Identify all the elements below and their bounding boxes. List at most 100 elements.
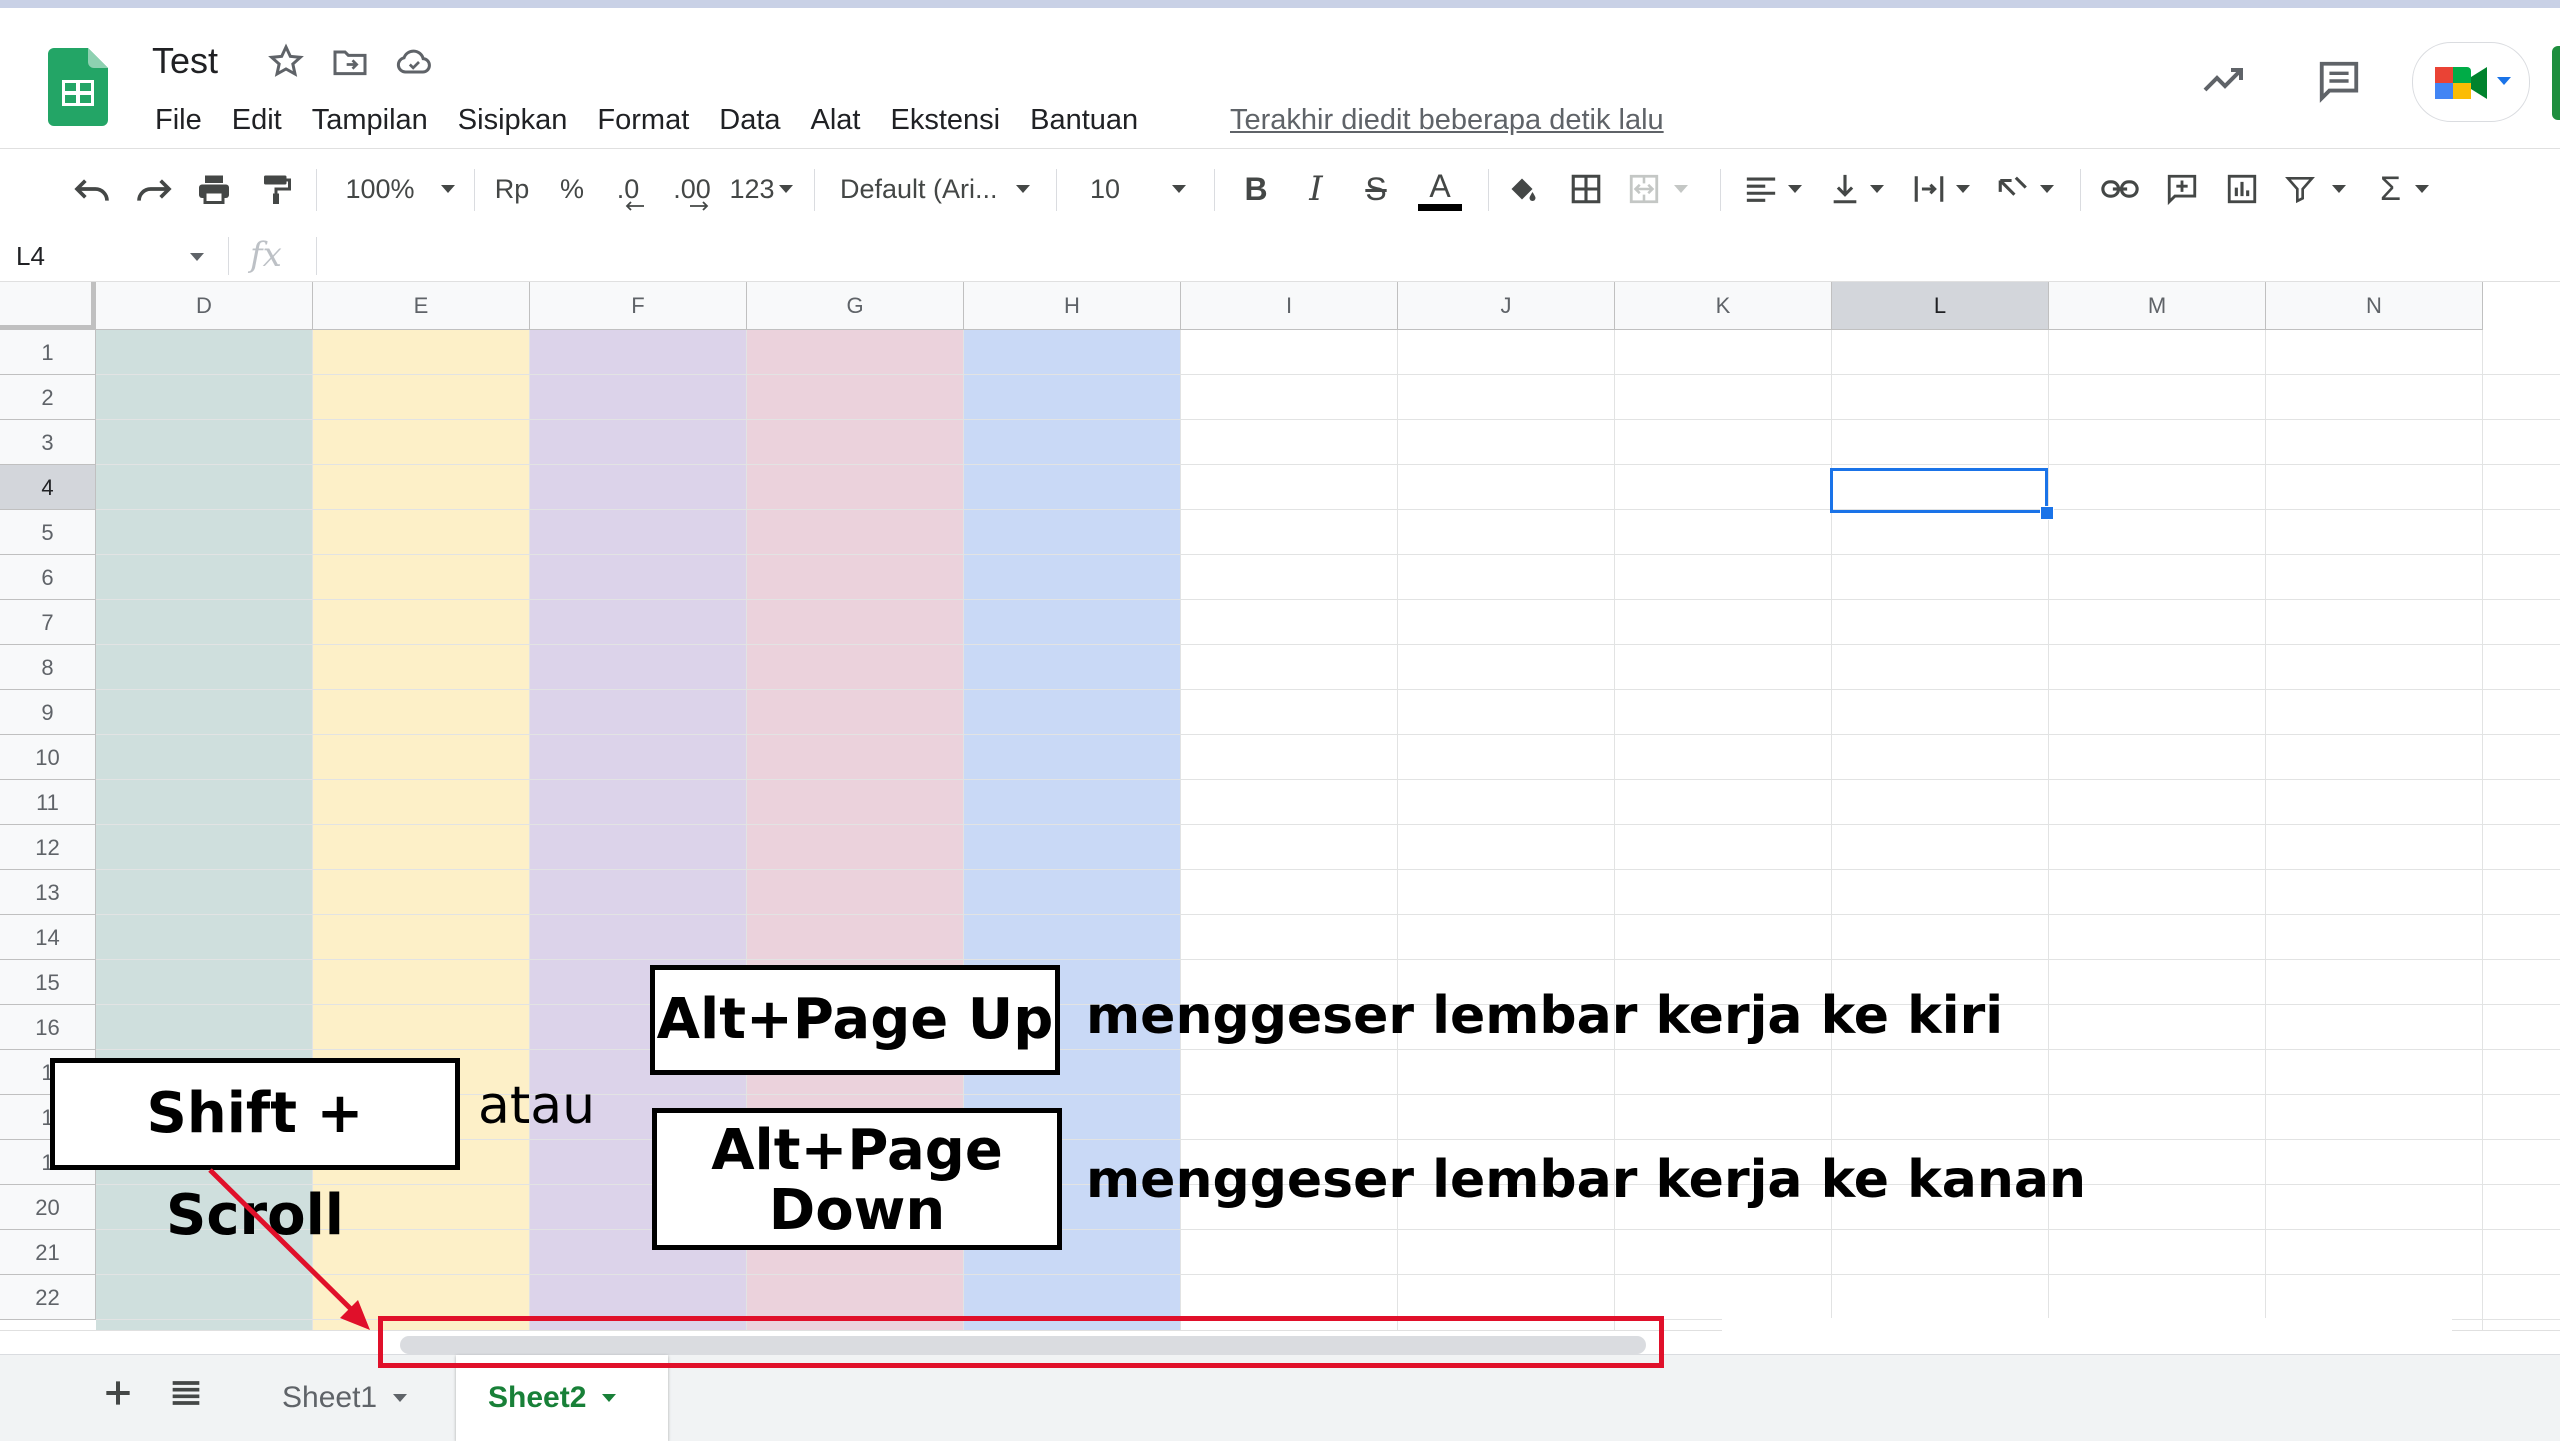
chevron-down-icon (440, 185, 455, 193)
paint-format-icon[interactable] (254, 165, 298, 213)
meet-button[interactable] (2412, 42, 2530, 122)
row-header[interactable]: 4 (0, 465, 96, 510)
annotation-line: Down (768, 1178, 946, 1243)
increase-decimal-button[interactable]: .00 (664, 165, 720, 213)
row-header[interactable]: 12 (0, 825, 96, 870)
font-family-select[interactable]: Default (Ari... (840, 165, 1050, 213)
add-sheet-icon[interactable] (98, 1373, 138, 1413)
select-all-corner[interactable] (0, 282, 96, 330)
row-header[interactable]: 1 (0, 330, 96, 375)
menu-extensions[interactable]: Ekstensi (876, 100, 1016, 140)
row-header[interactable]: 21 (0, 1230, 96, 1275)
column-header-f[interactable]: F (530, 282, 747, 330)
row-header[interactable]: 5 (0, 510, 96, 555)
row-header[interactable]: 14 (0, 915, 96, 960)
more-formats-button[interactable]: 123 (726, 165, 796, 213)
chevron-down-icon (2040, 185, 2054, 193)
formula-input[interactable] (330, 235, 2530, 277)
text-color-button[interactable]: A (1416, 165, 1464, 213)
menu-edit[interactable]: Edit (217, 100, 297, 140)
filter-icon[interactable] (2284, 165, 2354, 213)
currency-format-button[interactable]: Rp (490, 165, 534, 213)
menu-data[interactable]: Data (704, 100, 795, 140)
column-header-h[interactable]: H (964, 282, 1181, 330)
grid-line (96, 554, 2560, 555)
cloud-status-icon[interactable] (394, 42, 434, 82)
insert-comment-icon[interactable] (2160, 165, 2204, 213)
column-header-j[interactable]: J (1398, 282, 1615, 330)
strikethrough-button[interactable]: S (1354, 165, 1398, 213)
print-icon[interactable] (192, 165, 236, 213)
chevron-down-icon[interactable] (393, 1394, 408, 1402)
document-title[interactable]: Test (152, 40, 218, 82)
text-wrap-icon[interactable] (1912, 165, 1980, 213)
zoom-select[interactable]: 100% (340, 165, 460, 213)
sheets-logo-icon[interactable] (48, 48, 108, 126)
grid-line (96, 1274, 2560, 1275)
column-header-g[interactable]: G (747, 282, 964, 330)
last-edit-link[interactable]: Terakhir diedit beberapa detik lalu (1230, 100, 1664, 140)
redo-icon[interactable] (132, 165, 176, 213)
grid-line (96, 689, 2560, 690)
column-header-n[interactable]: N (2266, 282, 2483, 330)
row-header[interactable]: 7 (0, 600, 96, 645)
active-cell[interactable] (1830, 468, 2048, 513)
column-header-e[interactable]: E (313, 282, 530, 330)
name-box-value: L4 (16, 241, 45, 271)
row-header[interactable]: 2 (0, 375, 96, 420)
row-header[interactable]: 20 (0, 1185, 96, 1230)
decrease-decimal-button[interactable]: .0 (604, 165, 652, 213)
column-header-d[interactable]: D (96, 282, 313, 330)
scrollbar-highlight-box (378, 1316, 1664, 1368)
chevron-down-icon (2415, 185, 2430, 193)
zoom-value: 100% (345, 173, 415, 204)
menu-format[interactable]: Format (582, 100, 704, 140)
menu-insert[interactable]: Sisipkan (443, 100, 583, 140)
percent-format-button[interactable]: % (552, 165, 592, 213)
row-header[interactable]: 9 (0, 690, 96, 735)
functions-button[interactable]: Σ (2380, 165, 2450, 213)
fill-handle[interactable] (2040, 506, 2054, 520)
merge-cells-icon[interactable] (1626, 165, 1698, 213)
menu-help[interactable]: Bantuan (1015, 100, 1153, 140)
row-header[interactable]: 22 (0, 1275, 96, 1320)
row-header[interactable]: 8 (0, 645, 96, 690)
move-folder-icon[interactable] (330, 42, 370, 82)
menu-view[interactable]: Tampilan (297, 100, 443, 140)
undo-icon[interactable] (70, 165, 114, 213)
vertical-align-icon[interactable] (1830, 165, 1898, 213)
borders-icon[interactable] (1564, 165, 1608, 213)
menu-tools[interactable]: Alat (796, 100, 876, 140)
row-header[interactable]: 13 (0, 870, 96, 915)
row-header[interactable]: 16 (0, 1005, 96, 1050)
text-rotation-icon[interactable] (1996, 165, 2064, 213)
column-header-l[interactable]: L (1832, 282, 2049, 330)
insert-link-icon[interactable] (2098, 165, 2142, 213)
horizontal-align-icon[interactable] (1744, 165, 1812, 213)
chevron-down-icon[interactable] (602, 1394, 617, 1402)
italic-button[interactable]: I (1294, 165, 1338, 213)
formula-separator (228, 237, 229, 275)
font-size-select[interactable]: 10 (1090, 165, 1202, 213)
name-box[interactable]: L4 (16, 239, 212, 273)
share-button-edge[interactable] (2552, 46, 2560, 120)
row-header[interactable]: 10 (0, 735, 96, 780)
row-header[interactable]: 15 (0, 960, 96, 1005)
bold-button[interactable]: B (1234, 165, 1278, 213)
row-header[interactable]: 3 (0, 420, 96, 465)
star-icon[interactable] (266, 42, 306, 82)
fill-color-icon[interactable] (1500, 165, 1544, 213)
trend-icon[interactable] (2200, 58, 2250, 103)
comments-icon[interactable] (2316, 58, 2362, 109)
chevron-down-icon (1015, 185, 1030, 193)
menu-file[interactable]: File (140, 100, 217, 140)
insert-chart-icon[interactable] (2220, 165, 2264, 213)
column-header-m[interactable]: M (2049, 282, 2266, 330)
chevron-down-icon (1956, 185, 1970, 193)
column-header-k[interactable]: K (1615, 282, 1832, 330)
all-sheets-icon[interactable] (166, 1373, 206, 1413)
row-header[interactable]: 11 (0, 780, 96, 825)
grid-line (96, 1139, 2560, 1140)
column-header-i[interactable]: I (1181, 282, 1398, 330)
row-header[interactable]: 6 (0, 555, 96, 600)
